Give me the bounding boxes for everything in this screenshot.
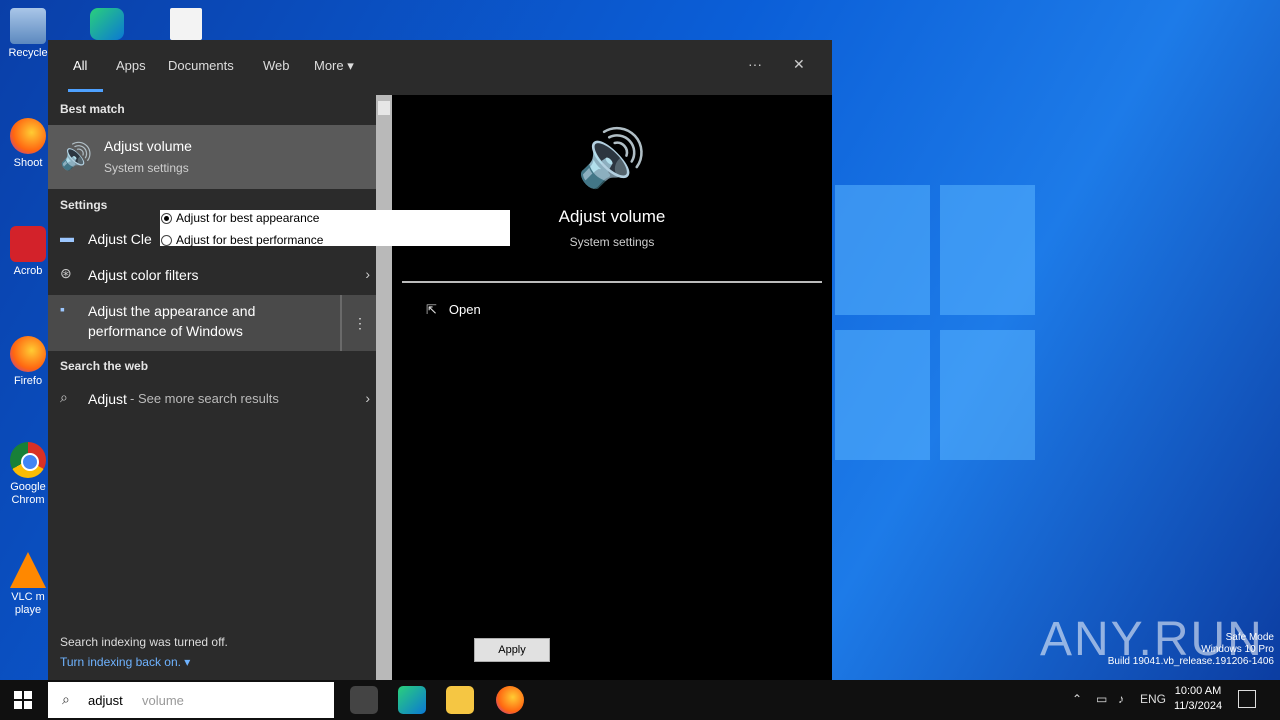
acrobat-desktop-icon[interactable]: Acrob	[4, 226, 52, 278]
tab-more[interactable]: More ▾	[314, 58, 354, 74]
desktop-icon-label: Acrob	[13, 265, 43, 277]
chrome-desktop-icon[interactable]: Google Chrom	[4, 442, 52, 507]
chevron-right-icon: ›	[365, 390, 370, 406]
clock-time: 10:00 AM	[1174, 685, 1222, 697]
file-explorer-icon[interactable]	[446, 686, 474, 714]
apply-button[interactable]: Apply	[474, 638, 550, 662]
more-options-button[interactable]: ···	[748, 56, 762, 72]
taskbar: ⌕ adjust volume ⌃ ▭ ♪ ENG 10:00 AM 11/3/…	[0, 680, 1280, 720]
acrobat-icon	[10, 226, 46, 262]
web-hint: - See more search results	[130, 391, 279, 406]
radio-label: Adjust for best appearance	[176, 211, 320, 225]
document-desktop-icon[interactable]	[170, 8, 202, 40]
settings-item-sublabel: performance of Windows	[88, 323, 243, 339]
radio-unselected-icon	[161, 234, 172, 246]
chrome-icon	[10, 442, 46, 478]
search-window: All Apps Documents Web More ▾ ··· ✕ Best…	[48, 40, 832, 680]
desktop-icon-label: Shoot	[13, 157, 43, 169]
settings-item-appearance-performance[interactable]: ▪ Adjust the appearance and performance …	[48, 295, 376, 351]
best-match-heading: Best match	[60, 102, 125, 116]
open-label: Open	[448, 302, 481, 317]
monitor-icon: ▬	[60, 229, 74, 245]
preview-pane: 🔊 Adjust volume System settings ⇱ Open	[392, 95, 832, 680]
recycle-bin-desktop-icon[interactable]: Recycle	[4, 8, 52, 60]
best-match-subtitle: System settings	[104, 161, 189, 175]
edge-desktop-icon[interactable]	[90, 8, 124, 40]
search-autocomplete: volume	[142, 693, 184, 708]
open-action[interactable]: ⇱ Open	[426, 302, 481, 318]
close-button[interactable]: ✕	[793, 56, 805, 73]
divider	[402, 281, 822, 283]
best-match-title: Adjust volume	[104, 138, 192, 154]
safe-mode-line: Windows 10 Pro	[1201, 644, 1274, 655]
search-tabs: All Apps Documents Web More ▾ ··· ✕	[48, 40, 832, 95]
search-icon: ⌕	[62, 691, 70, 707]
network-icon[interactable]: ▭	[1096, 692, 1107, 706]
vlc-desktop-icon[interactable]: VLC m playe	[4, 552, 52, 617]
performance-options-popup: Adjust for best appearance Adjust for be…	[160, 210, 510, 247]
speaker-icon: 🔊	[60, 141, 93, 171]
start-button[interactable]	[14, 691, 32, 709]
clock-date: 11/3/2024	[1173, 700, 1223, 712]
search-web-heading: Search the web	[60, 359, 149, 373]
safe-mode-line: Safe Mode	[1225, 632, 1274, 643]
scroll-thumb[interactable]	[378, 101, 390, 115]
control-panel-icon: ▪	[60, 301, 65, 317]
vlc-icon	[10, 552, 46, 588]
search-input[interactable]: adjust	[88, 693, 123, 708]
shoot-desktop-icon[interactable]: Shoot	[4, 118, 52, 170]
desktop-icon-label: Firefo	[13, 375, 43, 387]
tab-all[interactable]: All	[73, 58, 87, 73]
tab-documents[interactable]: Documents	[168, 58, 234, 73]
safe-mode-line: Build 19041.vb_release.191206-1406	[1107, 656, 1274, 667]
notification-icon[interactable]	[1238, 690, 1256, 708]
desktop-icon-label: VLC m playe	[11, 591, 45, 616]
edge-taskbar-icon[interactable]	[398, 686, 426, 714]
web-query: Adjust	[88, 391, 127, 407]
windows-logo-wallpaper	[835, 185, 1035, 475]
taskbar-search-box[interactable]: ⌕ adjust volume	[48, 682, 334, 718]
best-performance-radio[interactable]: Adjust for best performance	[161, 233, 323, 247]
settings-item-label: Adjust the appearance and	[88, 303, 256, 319]
radio-label: Adjust for best performance	[176, 233, 324, 247]
task-view-icon[interactable]	[350, 686, 378, 714]
taskbar-clock[interactable]: 10:00 AM 11/3/2024	[1168, 684, 1228, 714]
best-appearance-radio[interactable]: Adjust for best appearance	[161, 211, 319, 225]
open-icon: ⇱	[426, 302, 437, 317]
settings-item-label: Adjust Cle	[88, 231, 152, 247]
firefox-icon	[10, 336, 46, 372]
chevron-up-icon[interactable]: ⌃	[1072, 692, 1082, 706]
color-filter-icon: ⊛	[60, 265, 72, 281]
web-search-result[interactable]: ⌕ Adjust - See more search results ›	[48, 383, 376, 415]
indexing-status: Search indexing was turned off.	[60, 635, 228, 649]
settings-item-label: Adjust color filters	[88, 267, 199, 283]
firefox-desktop-icon[interactable]: Firefo	[4, 336, 52, 388]
language-indicator[interactable]: ENG	[1140, 692, 1166, 706]
settings-item-color-filters[interactable]: ⊛ Adjust color filters ›	[48, 259, 376, 291]
results-scrollbar[interactable]	[376, 95, 392, 680]
firefox-taskbar-icon[interactable]	[496, 686, 524, 714]
recycle-bin-icon	[10, 8, 46, 44]
more-actions-button[interactable]: ⋮	[340, 295, 378, 351]
tab-web[interactable]: Web	[263, 58, 290, 73]
results-pane: Best match 🔊 Adjust volume System settin…	[48, 95, 376, 680]
settings-heading: Settings	[60, 198, 108, 212]
desktop-icon-label: Recycle	[8, 47, 48, 59]
chevron-right-icon: ›	[365, 266, 370, 282]
app-icon	[10, 118, 46, 154]
desktop-icon-label: Google Chrom	[10, 481, 46, 506]
volume-icon[interactable]: ♪	[1118, 692, 1124, 706]
indexing-link[interactable]: Turn indexing back on. ▾	[60, 655, 190, 669]
active-tab-indicator	[68, 89, 103, 92]
search-icon: ⌕	[60, 389, 68, 405]
speaker-icon: 🔊	[577, 126, 647, 189]
radio-selected-icon	[161, 212, 172, 224]
tab-apps[interactable]: Apps	[116, 58, 146, 73]
best-match-result[interactable]: 🔊 Adjust volume System settings	[48, 125, 376, 189]
safe-mode-text: Safe Mode Windows 10 Pro Build 19041.vb_…	[1094, 632, 1274, 668]
